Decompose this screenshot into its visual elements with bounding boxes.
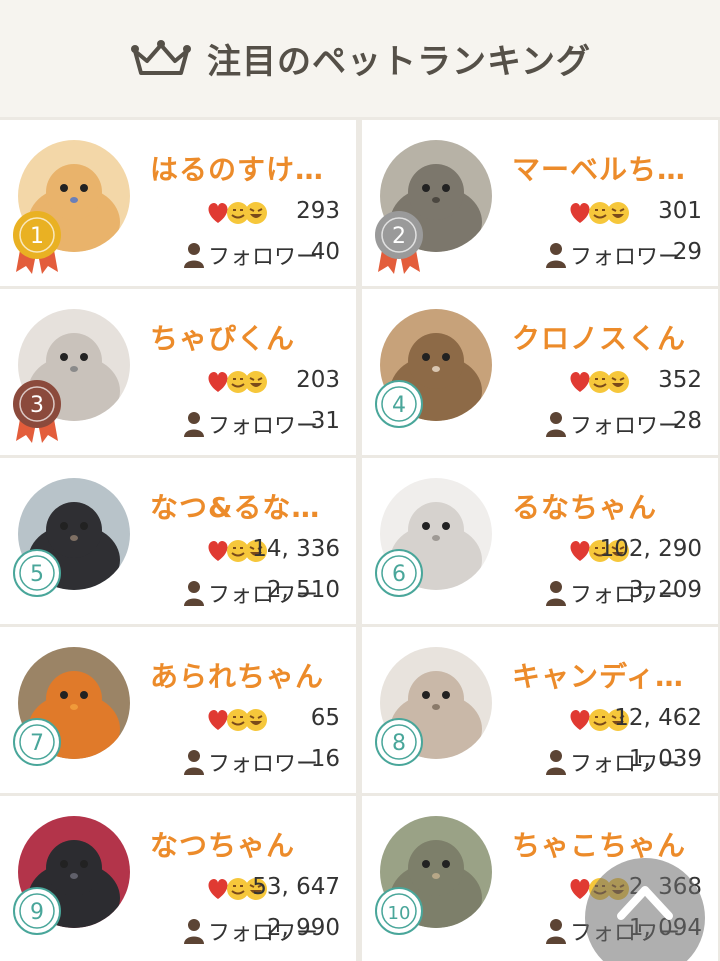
person-icon [546, 918, 566, 944]
ranking-card[interactable]: 7 あられちゃん 65 フォロワー 16 [0, 627, 356, 793]
page-title: 注目のペットランキング [207, 42, 591, 82]
pet-name[interactable]: るなちゃん [512, 486, 712, 526]
rank-badge: 2 [374, 210, 424, 276]
reaction-count: 12, 462 [614, 705, 702, 731]
laugh-icon [245, 709, 267, 731]
rank-number: 1 [30, 224, 44, 249]
reaction-count: 293 [296, 198, 340, 224]
person-icon [184, 918, 204, 944]
rank-badge: 6 [374, 548, 424, 614]
heart-icon [570, 372, 590, 392]
person-icon [546, 749, 566, 775]
ranking-card[interactable]: 8 キャンディ… 12, 462 フォロワー 1, 039 [362, 627, 718, 793]
rank-number: 9 [30, 900, 44, 925]
pet-name[interactable]: クロノスくん [512, 317, 712, 357]
page-header: 注目のペットランキング [0, 0, 720, 117]
reaction-count: 65 [310, 705, 340, 731]
reaction-icons [568, 200, 630, 226]
follower-count: 1, 039 [628, 746, 702, 772]
laugh-icon [607, 202, 629, 224]
person-icon [184, 411, 204, 437]
ranking-card[interactable]: 2 マーベルち… 301 フォロワー 29 [362, 120, 718, 286]
rank-badge: 4 [374, 379, 424, 445]
rank-number: 10 [388, 903, 411, 924]
rank-number: 4 [392, 393, 406, 418]
follower-label: フォロワー [208, 245, 319, 270]
ranking-card[interactable]: 4 クロノスくん 352 フォロワー 28 [362, 289, 718, 455]
follower-count: 2, 990 [266, 915, 340, 941]
pet-name[interactable]: マーベルち… [512, 148, 712, 188]
follower-count: 3, 209 [628, 577, 702, 603]
pet-name[interactable]: なつ&るな… [150, 486, 350, 526]
rank-badge: 10 [374, 886, 424, 952]
ranking-card[interactable]: 1 はるのすけ… 293 フォロワー 40 [0, 120, 356, 286]
heart-icon [208, 541, 228, 561]
rank-number: 8 [392, 731, 406, 756]
person-icon [546, 411, 566, 437]
reaction-icons [206, 369, 268, 395]
ranking-card[interactable]: 3 ちゃぴくん 203 フォロワー 31 [0, 289, 356, 455]
follower-count: 28 [672, 408, 702, 434]
rank-badge: 7 [12, 717, 62, 783]
ranking-card[interactable]: 5 なつ&るな… 14, 336 フォロワー 2, 510 [0, 458, 356, 624]
pet-name[interactable]: キャンディ… [512, 655, 712, 695]
rank-number: 7 [30, 731, 44, 756]
follower-count: 16 [310, 746, 340, 772]
ranking-card[interactable]: 9 なつちゃん 53, 647 フォロワー 2, 990 [0, 796, 356, 961]
reaction-count: 53, 647 [252, 874, 340, 900]
person-icon [546, 242, 566, 268]
pet-name[interactable]: はるのすけ… [150, 148, 350, 188]
reaction-count: 102, 290 [599, 536, 702, 562]
crown-icon [131, 39, 191, 75]
chevron-up-icon [617, 886, 673, 920]
rank-badge: 3 [12, 379, 62, 445]
reaction-count: 14, 336 [252, 536, 340, 562]
rank-number: 5 [30, 562, 44, 587]
follower-label: フォロワー [208, 752, 319, 777]
reaction-count: 301 [658, 198, 702, 224]
heart-icon [208, 203, 228, 223]
pet-name[interactable]: ちゃこちゃん [512, 824, 712, 864]
rank-badge: 9 [12, 886, 62, 952]
person-icon [546, 580, 566, 606]
reaction-icons [206, 200, 268, 226]
follower-label: フォロワー [570, 245, 681, 270]
reaction-icons [568, 369, 630, 395]
laugh-icon [245, 202, 267, 224]
heart-icon [570, 203, 590, 223]
ranking-card[interactable]: 6 るなちゃん 102, 290 フォロワー 3, 209 [362, 458, 718, 624]
follower-label: フォロワー [208, 414, 319, 439]
heart-icon [208, 710, 228, 730]
follower-count: 29 [672, 239, 702, 265]
rank-badge: 1 [12, 210, 62, 276]
pet-name[interactable]: あられちゃん [150, 655, 350, 695]
rank-badge: 8 [374, 717, 424, 783]
follower-label: フォロワー [570, 414, 681, 439]
reaction-count: 203 [296, 367, 340, 393]
rank-number: 6 [392, 562, 406, 587]
reaction-icons [206, 707, 268, 733]
person-icon [184, 749, 204, 775]
person-icon [184, 580, 204, 606]
follower-count: 40 [310, 239, 340, 265]
heart-icon [570, 879, 590, 899]
heart-icon [208, 879, 228, 899]
heart-icon [570, 710, 590, 730]
pet-name[interactable]: なつちゃん [150, 824, 350, 864]
rank-badge: 5 [12, 548, 62, 614]
reaction-count: 352 [658, 367, 702, 393]
laugh-icon [245, 371, 267, 393]
rank-number: 3 [30, 393, 44, 418]
heart-icon [208, 372, 228, 392]
follower-count: 2, 510 [266, 577, 340, 603]
heart-icon [570, 541, 590, 561]
laugh-icon [607, 371, 629, 393]
pet-name[interactable]: ちゃぴくん [150, 317, 350, 357]
header-inner: 注目のペットランキング [129, 34, 591, 83]
rank-number: 2 [392, 224, 406, 249]
follower-count: 31 [310, 408, 340, 434]
person-icon [184, 242, 204, 268]
